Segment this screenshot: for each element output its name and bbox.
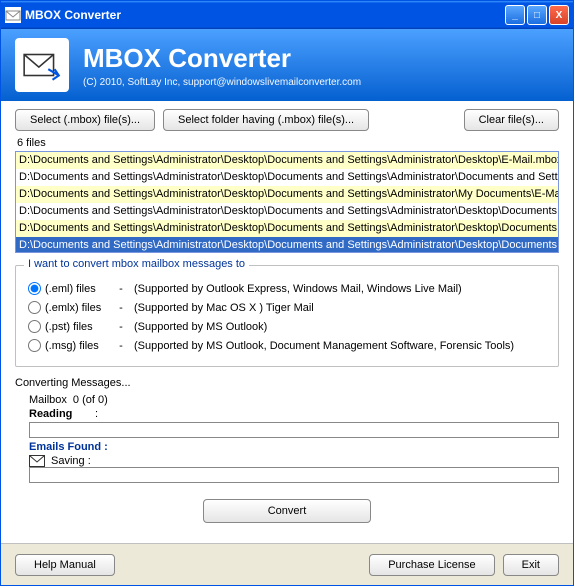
top-button-row: Select (.mbox) file(s)... Select folder … — [15, 109, 559, 131]
content-area: Select (.mbox) file(s)... Select folder … — [1, 101, 573, 543]
envelope-icon — [29, 455, 45, 467]
format-label: (.msg) files — [45, 340, 99, 352]
convert-button-row: Convert — [15, 499, 559, 523]
file-row[interactable]: D:\Documents and Settings\Administrator\… — [16, 152, 558, 169]
format-description: (Supported by Mac OS X ) Tiger Mail — [134, 302, 314, 314]
app-logo-icon — [15, 38, 69, 92]
file-row[interactable]: D:\Documents and Settings\Administrator\… — [16, 237, 558, 253]
exit-button[interactable]: Exit — [503, 554, 559, 576]
progress-section: Converting Messages... Mailbox 0 (of 0) … — [15, 377, 559, 483]
format-radio[interactable] — [28, 320, 41, 333]
dash: - — [116, 302, 126, 314]
convert-options-group: I want to convert mbox mailbox messages … — [15, 265, 559, 367]
file-row[interactable]: D:\Documents and Settings\Administrator\… — [16, 186, 558, 203]
progress-title: Converting Messages... — [15, 377, 559, 389]
reading-row: Reading : — [29, 408, 559, 420]
format-radio-wrap[interactable]: (.emlx) files — [28, 301, 108, 314]
progress-bar — [29, 422, 559, 438]
close-button[interactable]: X — [549, 5, 569, 25]
format-label: (.emlx) files — [45, 302, 101, 314]
format-radio[interactable] — [28, 301, 41, 314]
format-label: (.pst) files — [45, 321, 93, 333]
format-option-row: (.msg) files -(Supported by MS Outlook, D… — [28, 339, 546, 352]
format-option-row: (.eml) files -(Supported by Outlook Expre… — [28, 282, 546, 295]
titlebar: MBOX Converter _ □ X — [1, 1, 573, 29]
format-radio[interactable] — [28, 282, 41, 295]
saving-label: Saving : — [51, 455, 91, 467]
file-count-label: 6 files — [17, 137, 559, 149]
minimize-button[interactable]: _ — [505, 5, 525, 25]
saving-row: Saving : — [29, 455, 559, 467]
header-texts: MBOX Converter (C) 2010, SoftLay Inc, su… — [83, 43, 361, 88]
app-icon — [5, 7, 21, 23]
format-description: (Supported by MS Outlook, Document Manag… — [134, 340, 514, 352]
header-banner: MBOX Converter (C) 2010, SoftLay Inc, su… — [1, 29, 573, 101]
file-list[interactable]: D:\Documents and Settings\Administrator\… — [15, 151, 559, 253]
app-title: MBOX Converter — [83, 43, 361, 74]
convert-button[interactable]: Convert — [203, 499, 372, 523]
format-label: (.eml) files — [45, 283, 96, 295]
dash: - — [116, 340, 126, 352]
purchase-license-button[interactable]: Purchase License — [369, 554, 494, 576]
reading-label: Reading — [29, 408, 89, 420]
format-radio[interactable] — [28, 339, 41, 352]
file-row[interactable]: D:\Documents and Settings\Administrator\… — [16, 203, 558, 220]
copyright-text: (C) 2010, SoftLay Inc, support@windowsli… — [83, 77, 361, 88]
emails-found-label: Emails Found : — [29, 441, 559, 453]
format-option-row: (.pst) files -(Supported by MS Outlook) — [28, 320, 546, 333]
maximize-button[interactable]: □ — [527, 5, 547, 25]
format-option-row: (.emlx) files -(Supported by Mac OS X ) T… — [28, 301, 546, 314]
mailbox-progress-row: Mailbox 0 (of 0) — [29, 394, 559, 406]
format-description: (Supported by Outlook Express, Windows M… — [134, 283, 462, 295]
format-radio-wrap[interactable]: (.pst) files — [28, 320, 108, 333]
window-buttons: _ □ X — [505, 5, 569, 25]
file-row[interactable]: D:\Documents and Settings\Administrator\… — [16, 220, 558, 237]
mailbox-value: 0 (of 0) — [73, 394, 108, 406]
saving-progress-bar — [29, 467, 559, 483]
app-window: MBOX Converter _ □ X MBOX Converter (C) … — [0, 0, 574, 586]
dash: - — [116, 283, 126, 295]
format-radio-wrap[interactable]: (.eml) files — [28, 282, 108, 295]
select-folder-button[interactable]: Select folder having (.mbox) file(s)... — [163, 109, 369, 131]
dash: - — [116, 321, 126, 333]
bottom-bar: Help Manual Purchase License Exit — [1, 543, 573, 585]
format-description: (Supported by MS Outlook) — [134, 321, 267, 333]
file-row[interactable]: D:\Documents and Settings\Administrator\… — [16, 169, 558, 186]
group-legend: I want to convert mbox mailbox messages … — [24, 258, 249, 270]
clear-files-button[interactable]: Clear file(s)... — [464, 109, 559, 131]
window-title: MBOX Converter — [25, 8, 505, 22]
select-mbox-button[interactable]: Select (.mbox) file(s)... — [15, 109, 155, 131]
format-radio-wrap[interactable]: (.msg) files — [28, 339, 108, 352]
mailbox-label: Mailbox — [29, 394, 67, 406]
help-manual-button[interactable]: Help Manual — [15, 554, 115, 576]
reading-colon: : — [95, 408, 98, 420]
